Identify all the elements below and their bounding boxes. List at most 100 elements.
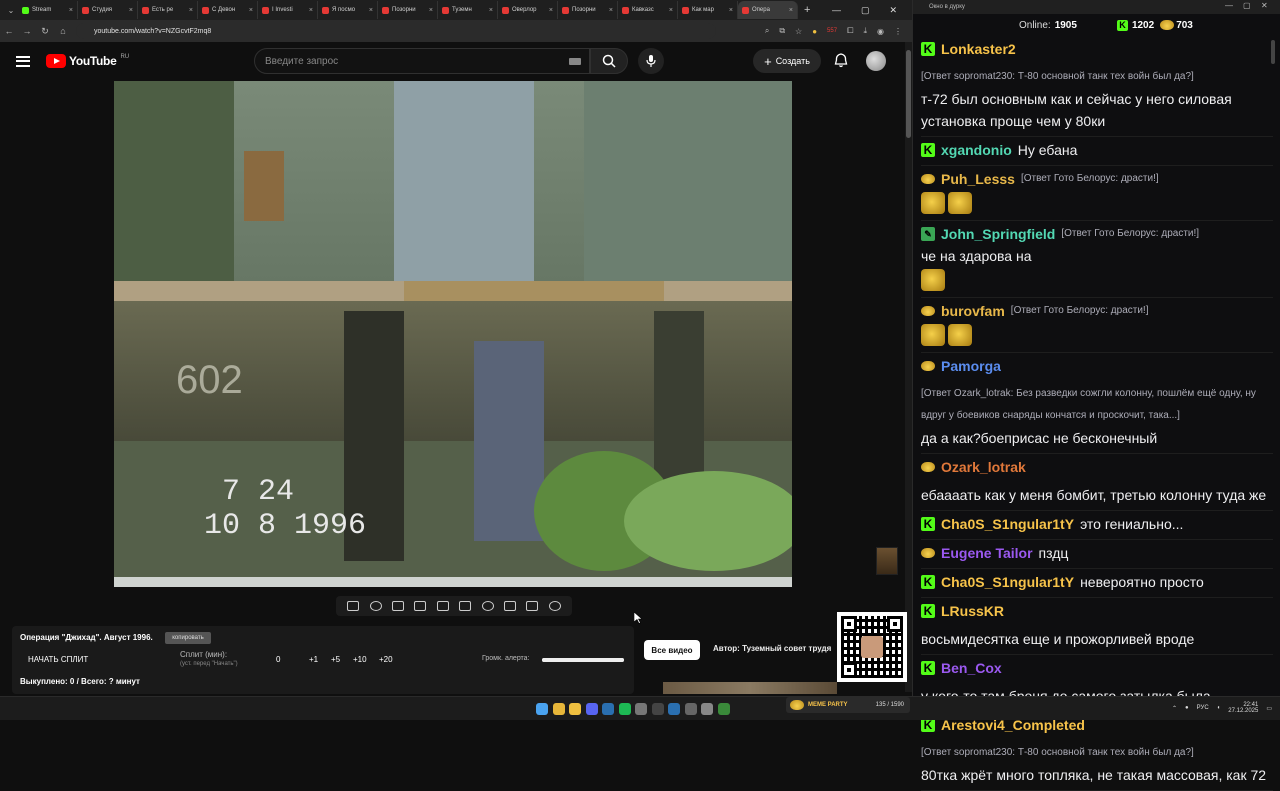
- chat-username[interactable]: Eugene Tailor: [941, 542, 1033, 564]
- bookmark-star-icon[interactable]: ☆: [795, 27, 802, 36]
- url-field[interactable]: youtube.com/watch?v=NZGcvtF2mq8: [76, 23, 716, 39]
- network-icon[interactable]: [701, 703, 713, 715]
- voice-search-button[interactable]: [638, 48, 664, 74]
- video-player[interactable]: 602 7 24 10 8 1996: [114, 81, 792, 587]
- steam-icon[interactable]: [602, 703, 614, 715]
- author-label[interactable]: Автор: Туземный совет трудя: [713, 644, 837, 653]
- screenshot-icon[interactable]: [526, 601, 539, 611]
- discord-icon[interactable]: [585, 703, 598, 715]
- browser-tab[interactable]: Позорни ×: [378, 1, 438, 19]
- mail-icon[interactable]: [684, 703, 697, 715]
- chat-username[interactable]: Lonkaster2: [941, 38, 1016, 60]
- terminal-icon[interactable]: [717, 703, 730, 715]
- browser-tab[interactable]: Студия ×: [78, 1, 138, 19]
- chat-maximize-icon[interactable]: ▢: [1243, 1, 1251, 10]
- chat-scrollbar[interactable]: [1269, 40, 1277, 690]
- media-player-icon[interactable]: [668, 703, 680, 715]
- profile-icon[interactable]: ◉: [877, 27, 884, 36]
- keyboard-icon[interactable]: [569, 58, 581, 65]
- chat-username[interactable]: Cha0S_S1ngular1tY: [941, 571, 1074, 593]
- chat-close-icon[interactable]: ✕: [1261, 1, 1268, 10]
- tab-close-icon[interactable]: ×: [729, 7, 733, 14]
- tab-close-icon[interactable]: ×: [309, 7, 313, 14]
- chat-scrollbar-thumb[interactable]: [1271, 40, 1275, 64]
- tab-close-icon[interactable]: ×: [609, 7, 613, 14]
- extension-badge-icon[interactable]: 557: [827, 28, 837, 34]
- browser-tab[interactable]: Туземн ×: [438, 1, 498, 19]
- browser-tab[interactable]: Позорни ×: [558, 1, 618, 19]
- add-frame-icon[interactable]: [503, 601, 516, 611]
- minimize-icon[interactable]: —: [832, 5, 841, 15]
- install-icon[interactable]: ⧉: [779, 26, 785, 36]
- chat-username[interactable]: Cha0S_S1ngular1tY: [941, 513, 1074, 535]
- create-button[interactable]: + Создать: [753, 49, 821, 73]
- zoom-icon[interactable]: ⌕: [765, 26, 769, 36]
- chat-minimize-icon[interactable]: —: [1225, 1, 1233, 10]
- loop-icon[interactable]: [347, 601, 360, 611]
- browser-tab[interactable]: I Investi ×: [258, 1, 318, 19]
- tab-close-icon[interactable]: ×: [789, 7, 793, 14]
- browser-tab[interactable]: Оверлор ×: [498, 1, 558, 19]
- page-scrollbar[interactable]: [905, 42, 912, 692]
- notifications-bell-icon[interactable]: [834, 53, 848, 68]
- chat-username[interactable]: Pamorga: [941, 355, 1001, 377]
- chat-username[interactable]: LRussKR: [941, 600, 1004, 622]
- meme-party-widget[interactable]: MEME PARTY 135 / 1590: [786, 697, 910, 713]
- chat-username[interactable]: xgandonio: [941, 139, 1012, 161]
- browser-tab[interactable]: Есть ре ×: [138, 1, 198, 19]
- split-value-input[interactable]: 0: [276, 655, 280, 664]
- chat-username[interactable]: Ozark_lotrak: [941, 456, 1026, 478]
- add-5-button[interactable]: +5: [331, 655, 340, 664]
- tab-search-icon[interactable]: ⌄: [4, 6, 18, 15]
- forward-icon[interactable]: →: [18, 26, 36, 36]
- browser-tab[interactable]: Я посмо ×: [318, 1, 378, 19]
- obs-icon[interactable]: [635, 703, 647, 715]
- tray-mic-icon[interactable]: ●: [1185, 705, 1189, 711]
- all-videos-button[interactable]: Все видео: [644, 640, 700, 660]
- browser-menu-icon[interactable]: ⋮: [894, 27, 902, 36]
- channel-watermark[interactable]: [876, 547, 898, 575]
- browser-tab[interactable]: Как мар ×: [678, 1, 738, 19]
- speed-icon[interactable]: [481, 601, 494, 611]
- chat-username[interactable]: burovfam: [941, 300, 1005, 322]
- youtube-logo[interactable]: YouTube RU: [46, 54, 129, 68]
- avatar[interactable]: [866, 51, 886, 71]
- add-20-button[interactable]: +20: [379, 655, 393, 664]
- chat-username[interactable]: Puh_Lesss: [941, 168, 1015, 190]
- home-icon[interactable]: ⌂: [54, 26, 72, 36]
- hamburger-menu-icon[interactable]: [16, 55, 30, 67]
- browser-tab[interactable]: Опера ×: [738, 1, 798, 19]
- film-icon[interactable]: [414, 601, 427, 611]
- tab-close-icon[interactable]: ×: [429, 7, 433, 14]
- clock[interactable]: 22:41 27.12.2025: [1228, 702, 1258, 714]
- add-1-button[interactable]: +1: [309, 655, 318, 664]
- tab-close-icon[interactable]: ×: [669, 7, 673, 14]
- keyboard-language[interactable]: РУС: [1197, 705, 1209, 711]
- tab-close-icon[interactable]: ×: [129, 7, 133, 14]
- explorer-icon[interactable]: [569, 703, 581, 715]
- reload-icon[interactable]: ↻: [36, 26, 54, 37]
- clip-icon[interactable]: [391, 601, 404, 611]
- notifications-icon[interactable]: ▭: [1266, 705, 1272, 712]
- tab-close-icon[interactable]: ×: [489, 7, 493, 14]
- search-button[interactable]: [590, 48, 628, 74]
- tray-chevron-icon[interactable]: ⌃: [1172, 705, 1177, 712]
- tab-close-icon[interactable]: ×: [69, 7, 73, 14]
- browser-tab[interactable]: Stream ×: [18, 1, 78, 19]
- add-10-button[interactable]: +10: [353, 655, 367, 664]
- tray-volume-icon[interactable]: ◖: [1217, 705, 1221, 711]
- pip-icon[interactable]: [436, 601, 449, 611]
- chrome-icon[interactable]: [552, 703, 565, 715]
- copy-button[interactable]: копировать: [165, 632, 211, 644]
- alert-volume-slider[interactable]: [542, 658, 624, 662]
- tab-close-icon[interactable]: ×: [189, 7, 193, 14]
- audio-icon[interactable]: [369, 601, 382, 611]
- chat-username[interactable]: John_Springfield: [941, 223, 1055, 245]
- extension-coin-icon[interactable]: ●: [812, 27, 817, 36]
- page-scrollbar-thumb[interactable]: [906, 50, 911, 138]
- theater-icon[interactable]: [459, 601, 472, 611]
- new-tab-button[interactable]: +: [804, 4, 810, 16]
- spotify-icon[interactable]: [618, 703, 631, 715]
- chat-username[interactable]: Ben_Cox: [941, 657, 1002, 679]
- close-icon[interactable]: ✕: [890, 5, 898, 16]
